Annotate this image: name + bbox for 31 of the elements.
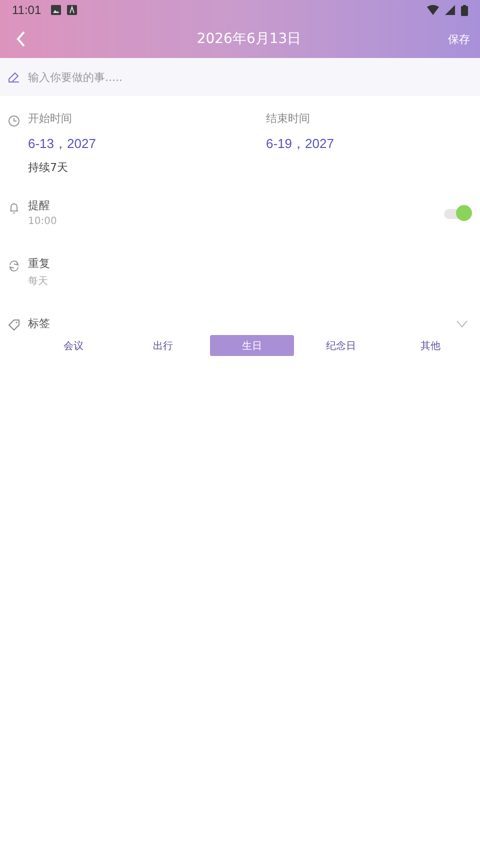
reminder-time: 10:00 [28, 216, 58, 227]
start-date[interactable]: 6-13，2027 [28, 136, 258, 152]
page-title: 2026年6月13日 [196, 30, 302, 48]
end-time-label: 结束时间 [266, 112, 311, 126]
chevron-icon [456, 320, 468, 328]
app-icon [67, 5, 78, 15]
tag-chip[interactable]: 会议 [32, 335, 116, 356]
back-icon [16, 30, 26, 48]
task-field[interactable]: 输入你要做的事..... [0, 58, 480, 96]
tag-chip[interactable]: 纪念日 [300, 335, 383, 356]
tag-chip[interactable]: 出行 [121, 335, 204, 356]
battery-icon [461, 4, 468, 16]
image-icon [51, 5, 62, 15]
reminder-label: 提醒 [28, 199, 51, 213]
clock-icon [8, 115, 20, 127]
tags-label: 标签 [28, 316, 51, 330]
tag-icon [8, 319, 20, 331]
repeat-icon [8, 260, 20, 272]
duration-text: 持续7天 [28, 160, 69, 175]
wifi-icon [427, 5, 439, 15]
tag-chip[interactable]: 其他 [388, 335, 472, 356]
signal-icon [445, 5, 455, 15]
reminder-toggle[interactable] [444, 204, 472, 222]
bell-icon [8, 202, 20, 214]
repeat-label: 重复 [28, 257, 51, 271]
task-input-field[interactable]: 输入你要做的事..... [28, 70, 472, 84]
repeat-value: 每天 [28, 275, 49, 288]
edit-icon [8, 71, 20, 83]
end-date[interactable]: 6-19，2027 [266, 136, 334, 152]
start-time-label: 开始时间 [28, 112, 73, 126]
status-time: 11:01 [12, 3, 42, 17]
